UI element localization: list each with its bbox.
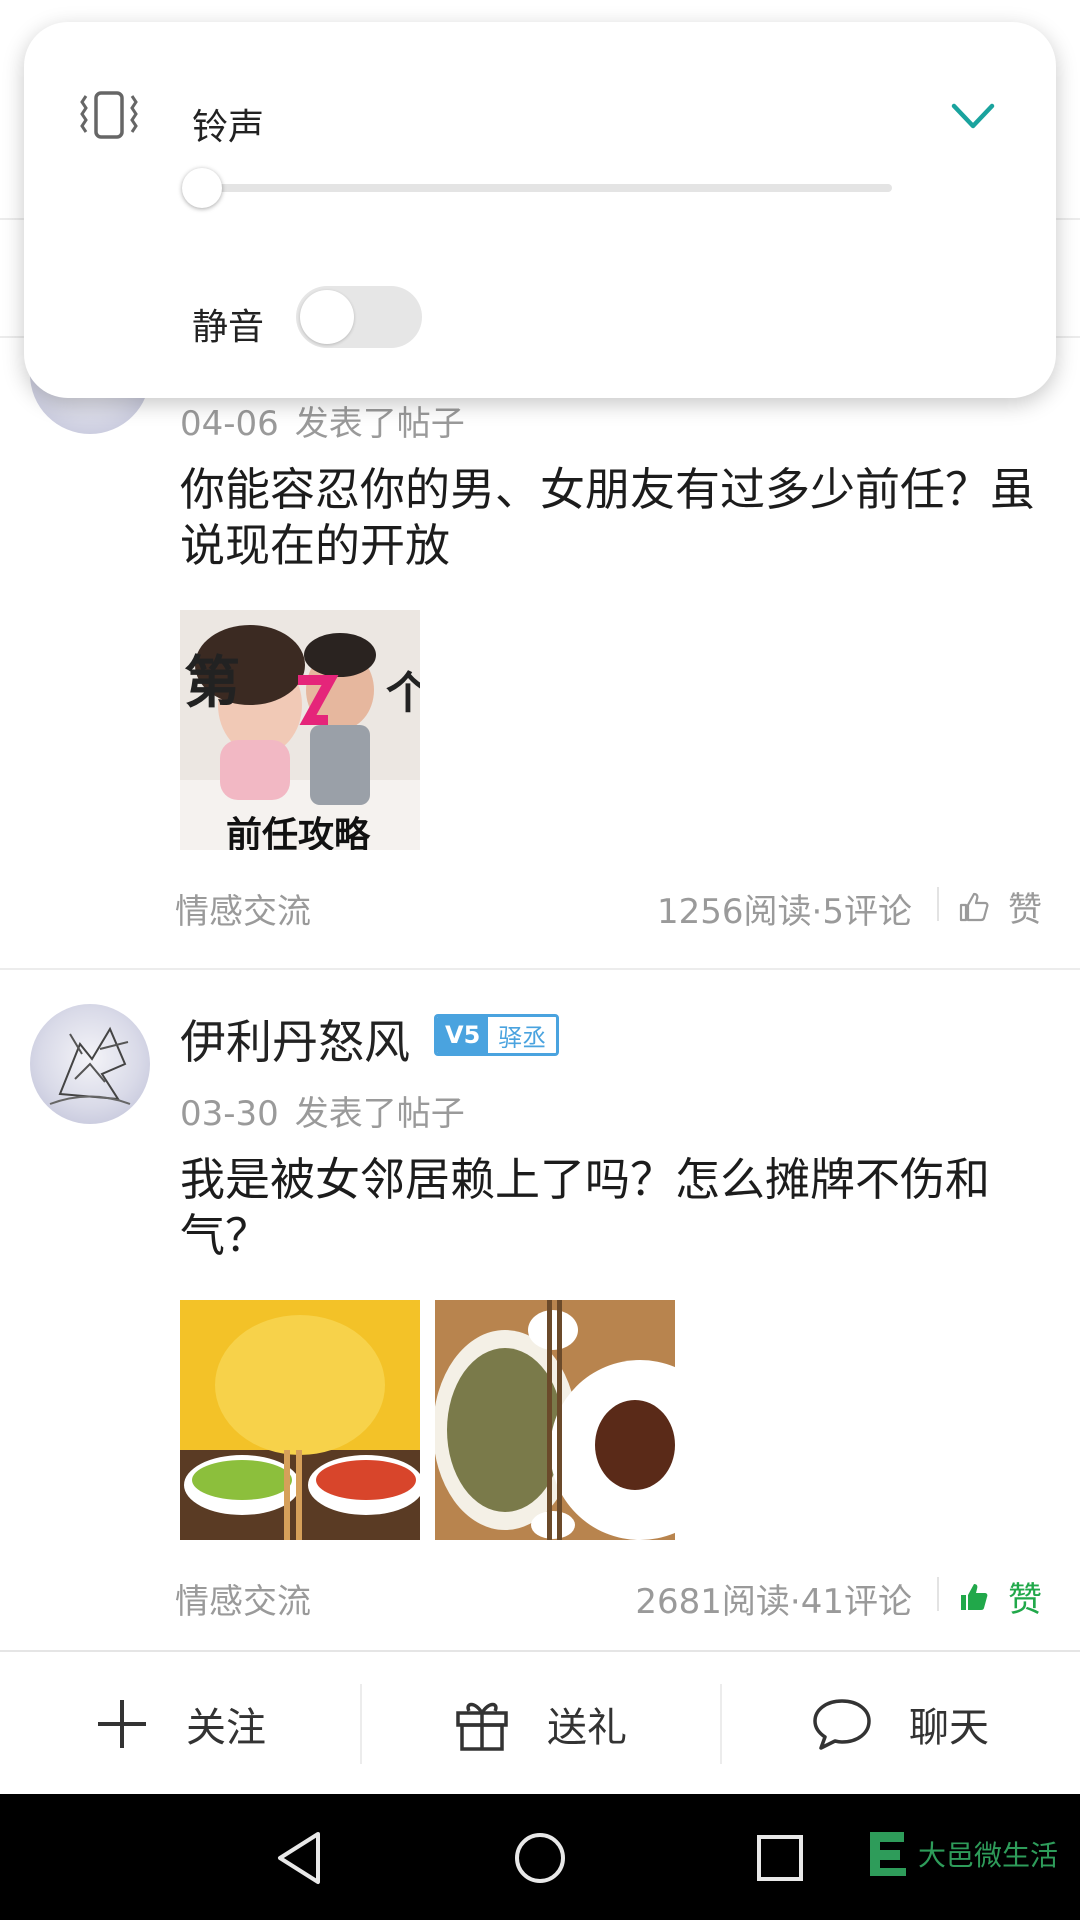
- post-thumbnail[interactable]: [435, 1300, 675, 1540]
- post-meta: 04-06 发表了帖子: [180, 396, 465, 445]
- thumbs-up-icon: [959, 892, 989, 921]
- badge-level: V5: [437, 1017, 489, 1053]
- svg-text:个: 个: [386, 668, 420, 719]
- post-date: 03-30: [180, 1094, 279, 1134]
- post-title[interactable]: 你能容忍你的男、女朋友有过多少前任？虽说现在的开放: [180, 462, 1050, 574]
- ringtone-volume-slider[interactable]: [202, 184, 892, 192]
- mute-label: 静音: [192, 307, 265, 348]
- slider-thumb[interactable]: [182, 168, 222, 208]
- post-meta: 03-30 发表了帖子: [180, 1086, 465, 1135]
- post-title[interactable]: 我是被女邻居赖上了吗？怎么摊牌不伤和气？: [180, 1152, 1050, 1264]
- post-category[interactable]: 情感交流: [175, 884, 311, 933]
- post-action: 发表了帖子: [294, 404, 465, 444]
- svg-text:第: 第: [184, 651, 240, 716]
- chat-label: 聊天: [909, 1705, 989, 1751]
- chevron-down-icon[interactable]: [950, 100, 996, 132]
- gift-icon: [456, 1702, 508, 1751]
- thumbnail-caption: 前任攻略: [226, 815, 371, 850]
- chat-button[interactable]: 聊天: [720, 1652, 1080, 1796]
- username[interactable]: 伊利丹怒风: [180, 1006, 410, 1072]
- stats-divider: [937, 1577, 939, 1611]
- gift-label: 送礼: [547, 1705, 627, 1751]
- watermark-logo-icon: [869, 1832, 906, 1876]
- gift-button[interactable]: 送礼: [360, 1652, 720, 1796]
- like-button[interactable]: 赞: [958, 882, 1042, 931]
- back-icon[interactable]: [270, 1828, 330, 1888]
- like-label: 赞: [1008, 890, 1042, 930]
- thumbs-up-filled-icon: [961, 1583, 988, 1610]
- badge-title: 驿丞: [488, 1017, 557, 1053]
- avatar[interactable]: [30, 1004, 150, 1124]
- vibrate-icon[interactable]: [76, 90, 142, 140]
- like-label: 赞: [1008, 1580, 1042, 1620]
- mute-toggle[interactable]: [296, 286, 422, 348]
- follow-button[interactable]: 关注: [0, 1652, 360, 1796]
- recents-icon[interactable]: [750, 1828, 810, 1888]
- stats-divider: [937, 887, 939, 921]
- user-level-badge: V5 驿丞: [434, 1014, 560, 1056]
- post-thumbnail[interactable]: [180, 1300, 420, 1540]
- post-action: 发表了帖子: [294, 1094, 465, 1134]
- post-divider: [0, 968, 1080, 970]
- bottom-action-bar: 关注 送礼 聊天: [0, 1650, 1080, 1796]
- follow-label: 关注: [186, 1705, 266, 1751]
- chat-bubble-icon: [813, 1699, 871, 1750]
- plus-icon: [98, 1700, 146, 1748]
- post-stats: 1256阅读·5评论: [657, 892, 912, 932]
- post-date: 04-06: [180, 404, 279, 444]
- watermark-text: 大邑微生活: [917, 1839, 1058, 1872]
- like-button[interactable]: 赞: [958, 1572, 1042, 1621]
- volume-panel[interactable]: 铃声 静音: [24, 22, 1056, 398]
- post-stats: 2681阅读·41评论: [635, 1582, 912, 1622]
- post-category[interactable]: 情感交流: [175, 1574, 311, 1623]
- home-icon[interactable]: [510, 1828, 570, 1888]
- toggle-knob: [300, 290, 354, 344]
- system-nav-bar: 大邑微生活: [0, 1794, 1080, 1920]
- post-thumbnail[interactable]: 第 个 前任攻略: [180, 610, 420, 850]
- watermark: 大邑微生活: [864, 1828, 1058, 1880]
- ringtone-label: 铃声: [192, 107, 265, 148]
